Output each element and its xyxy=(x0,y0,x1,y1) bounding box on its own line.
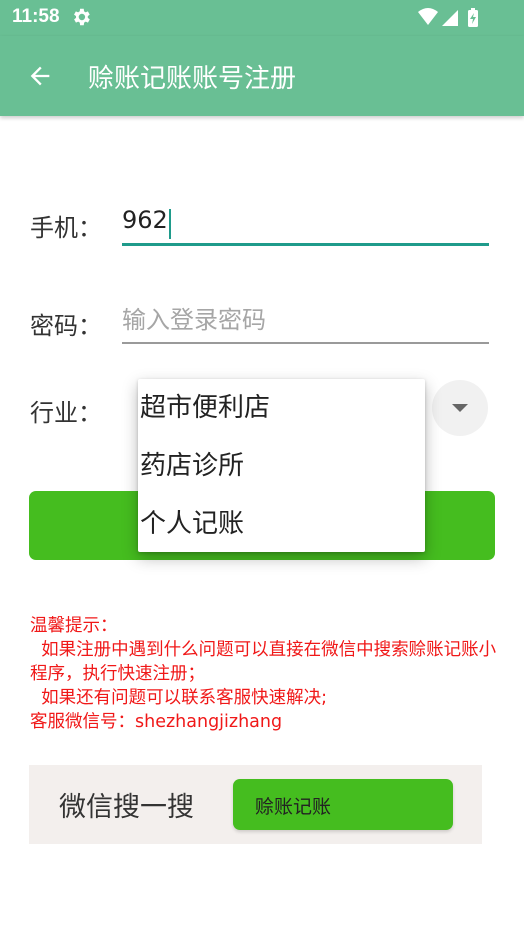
industry-option-personal[interactable]: 个人记账 xyxy=(138,495,425,553)
app-bar: 赊账记账账号注册 xyxy=(0,36,524,116)
status-time: 11:58 xyxy=(12,6,60,27)
battery-charging-icon xyxy=(468,8,478,27)
password-input-underline xyxy=(122,342,489,344)
industry-dropdown: 超市便利店 药店诊所 个人记账 xyxy=(138,379,425,552)
industry-option-pharmacy[interactable]: 药店诊所 xyxy=(138,437,425,495)
wifi-icon xyxy=(418,8,438,25)
wechat-search-box: 微信搜一搜 赊账记账 xyxy=(29,765,482,844)
arrow-back-icon[interactable] xyxy=(26,62,54,90)
page-title: 赊账记账账号注册 xyxy=(88,64,297,94)
wechat-search-button-label: 赊账记账 xyxy=(255,796,332,818)
tips-title: 温馨提示： xyxy=(30,616,118,636)
wechat-search-button[interactable]: 赊账记账 xyxy=(233,779,453,830)
status-bar: 11:58 xyxy=(0,0,524,36)
industry-label: 行业： xyxy=(30,399,102,427)
system-status-icons xyxy=(418,8,478,27)
phone-input-underline xyxy=(122,243,489,246)
password-input[interactable]: 输入登录密码 xyxy=(122,304,489,344)
password-label: 密码： xyxy=(30,312,102,340)
gear-icon xyxy=(74,8,90,26)
tips-line-contact: 如果还有问题可以联系客服快速解决; xyxy=(30,688,328,708)
wechat-search-label: 微信搜一搜 xyxy=(59,792,194,823)
industry-option-supermarket[interactable]: 超市便利店 xyxy=(138,379,425,437)
phone-input[interactable]: 962 xyxy=(122,204,489,246)
tips-block: 温馨提示： 如果注册中遇到什么问题可以直接在微信中搜索赊账记账小程序，执行快速注… xyxy=(30,614,500,734)
text-cursor xyxy=(168,208,171,239)
tips-line-miniprogram: 如果注册中遇到什么问题可以直接在微信中搜索赊账记账小程序，执行快速注册； xyxy=(30,640,497,684)
phone-input-value: 962 xyxy=(122,206,168,234)
tips-line-wechat-id: 客服微信号：shezhangjizhang xyxy=(30,712,283,732)
phone-label: 手机： xyxy=(30,214,102,242)
dropdown-arrow-icon xyxy=(452,404,468,412)
password-placeholder: 输入登录密码 xyxy=(122,306,266,334)
signal-icon xyxy=(442,10,458,26)
